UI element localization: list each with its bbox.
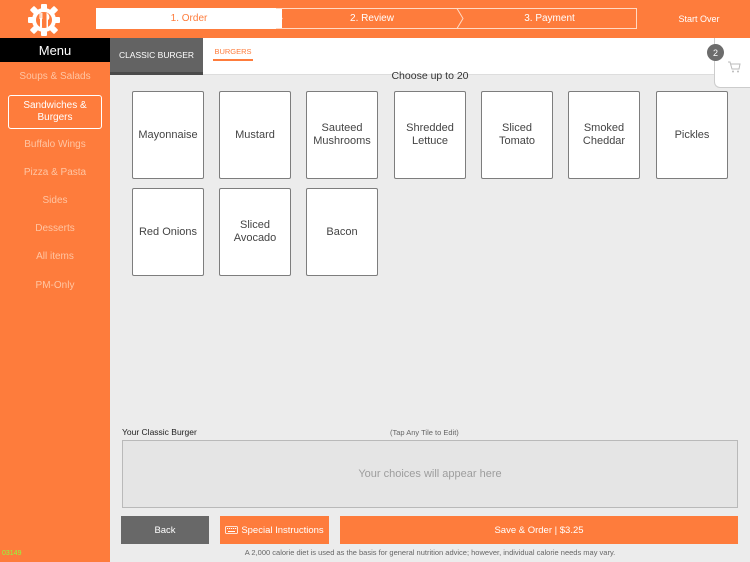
- keyboard-icon: [225, 526, 239, 534]
- sidebar-item-sandwiches-burgers[interactable]: Sandwiches & Burgers: [8, 95, 102, 129]
- back-button[interactable]: Back: [121, 516, 209, 544]
- sidebar-item-pizza-pasta[interactable]: Pizza & Pasta: [8, 167, 102, 179]
- option-tile-shredded-lettuce[interactable]: Shredded Lettuce: [394, 91, 466, 179]
- sidebar: Menu Soups & Salads Sandwiches & Burgers…: [0, 38, 110, 562]
- option-tile-mayonnaise[interactable]: Mayonnaise: [132, 91, 204, 179]
- sidebar-item-soups-salads[interactable]: Soups & Salads: [8, 71, 102, 83]
- top-bar: 1. Order 2. Review 3. Payment 1. Order S…: [0, 0, 750, 38]
- version-label: 03149: [2, 550, 22, 557]
- start-over-button[interactable]: Start Over: [668, 10, 730, 28]
- special-instructions-label: Special Instructions: [241, 524, 324, 536]
- choices-summary-box[interactable]: Your choices will appear here: [122, 440, 738, 508]
- option-tile-pickles[interactable]: Pickles: [656, 91, 728, 179]
- sidebar-item-pm-only[interactable]: PM-Only: [8, 280, 102, 292]
- sidebar-item-sides[interactable]: Sides: [8, 195, 102, 207]
- option-tile-mustard[interactable]: Mustard: [219, 91, 291, 179]
- option-tile-sauteed-mushrooms[interactable]: Sauteed Mushrooms: [306, 91, 378, 179]
- option-tile-bacon[interactable]: Bacon: [306, 188, 378, 276]
- sidebar-item-desserts[interactable]: Desserts: [8, 223, 102, 235]
- tab-burgers[interactable]: BURGERS: [213, 43, 253, 61]
- cart-count-badge: 2: [707, 44, 724, 61]
- sidebar-item-buffalo-wings[interactable]: Buffalo Wings: [8, 139, 102, 151]
- option-tile-sliced-tomato[interactable]: Sliced Tomato: [481, 91, 553, 179]
- save-order-button[interactable]: Save & Order | $3.25: [340, 516, 738, 544]
- choose-prompt: Choose up to 20: [391, 70, 469, 82]
- option-tile-sliced-avocado[interactable]: Sliced Avocado: [219, 188, 291, 276]
- restaurant-logo-icon: [28, 4, 60, 36]
- option-tile-smoked-cheddar[interactable]: Smoked Cheddar: [568, 91, 640, 179]
- sidebar-item-all-items[interactable]: All items: [8, 251, 102, 263]
- summary-hint: (Tap Any Tile to Edit): [390, 428, 459, 437]
- step-order-label: 1. Order: [170, 13, 208, 24]
- option-tile-red-onions[interactable]: Red Onions: [132, 188, 204, 276]
- special-instructions-button[interactable]: Special Instructions: [220, 516, 329, 544]
- calorie-disclaimer: A 2,000 calorie diet is used as the basi…: [244, 548, 616, 557]
- summary-title: Your Classic Burger: [122, 427, 197, 437]
- checkout-steps: 1. Order 2. Review 3. Payment 1. Order: [96, 8, 637, 29]
- menu-title: Menu: [0, 38, 110, 62]
